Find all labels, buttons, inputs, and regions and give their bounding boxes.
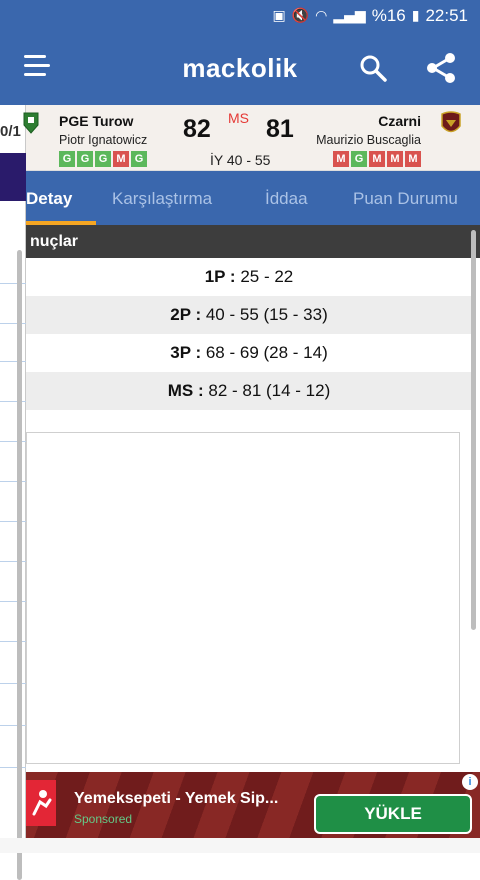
- drawer-thumbnail: [0, 153, 26, 201]
- battery-icon: ▮: [411, 7, 420, 24]
- ad-logo-icon: [26, 780, 56, 826]
- result-value: 68 - 69 (28 - 14): [205, 343, 328, 362]
- status-bar: ▣ 🔇 ◠ ▂▄▆ %16 ▮ 22:51: [0, 0, 480, 31]
- result-row-2p: 2P : 40 - 55 (15 - 33): [26, 296, 472, 334]
- content-scrollbar[interactable]: [471, 230, 476, 630]
- drawer-divider: [0, 323, 26, 324]
- away-team-form: M G M M M: [333, 151, 421, 167]
- away-team-crest-icon: [441, 111, 461, 133]
- drawer-divider: [0, 561, 26, 562]
- bottom-strip: [0, 838, 480, 853]
- form-badge: M: [113, 151, 129, 167]
- away-team-coach: Maurizio Buscaglia: [316, 133, 421, 147]
- signal-icon: ▂▄▆: [333, 7, 366, 24]
- ad-banner[interactable]: Yemeksepeti - Yemek Sip... Sponsored YÜK…: [26, 772, 480, 838]
- form-badge: M: [333, 151, 349, 167]
- tab-bar: Detay Karşılaştırma İddaa Puan Durumu: [26, 171, 480, 225]
- navigation-drawer-edge[interactable]: 0/1: [0, 105, 26, 880]
- result-row-1p: 1P : 25 - 22: [26, 258, 472, 296]
- away-team-name[interactable]: Czarni: [378, 113, 421, 129]
- result-label: MS :: [167, 381, 204, 400]
- app-logo: mackolik: [182, 53, 298, 83]
- drawer-divider: [0, 481, 26, 482]
- notification-icon: ▣: [272, 7, 286, 24]
- result-value: 82 - 81 (14 - 12): [208, 381, 331, 400]
- ad-title: Yemeksepeti - Yemek Sip...: [74, 790, 279, 807]
- form-badge: G: [131, 151, 147, 167]
- result-row-ms: MS : 82 - 81 (14 - 12): [26, 372, 472, 410]
- match-status: MS: [228, 110, 249, 126]
- app-bar: mackolik: [0, 31, 480, 105]
- ad-info-icon[interactable]: i: [462, 774, 478, 790]
- form-badge: G: [351, 151, 367, 167]
- half-time-score: İY 40 - 55: [210, 152, 271, 168]
- drawer-divider: [0, 441, 26, 442]
- form-badge: G: [77, 151, 93, 167]
- home-team-form: G G G M G: [59, 151, 147, 167]
- tab-iddaa[interactable]: İddaa: [265, 189, 308, 209]
- result-label: 2P :: [170, 305, 202, 324]
- form-badge: M: [387, 151, 403, 167]
- wifi-icon: ◠: [315, 7, 328, 24]
- drawer-divider: [0, 361, 26, 362]
- form-badge: M: [369, 151, 385, 167]
- section-header: nuçlar: [26, 225, 480, 258]
- tab-puan-durumu[interactable]: Puan Durumu: [353, 189, 458, 209]
- drawer-divider: [0, 725, 26, 726]
- scoreboard: PGE Turow Piotr Ignatowicz G G G M G 82 …: [23, 105, 480, 171]
- result-label: 3P :: [170, 343, 202, 362]
- tab-karsilastirma[interactable]: Karşılaştırma: [112, 189, 212, 209]
- result-value: 40 - 55 (15 - 33): [205, 305, 328, 324]
- home-score: 82: [183, 115, 211, 143]
- clock: 22:51: [425, 5, 468, 25]
- form-badge: M: [405, 151, 421, 167]
- content-panel: [26, 432, 460, 764]
- drawer-partial-text: 0/1: [0, 123, 21, 140]
- drawer-divider: [0, 283, 26, 284]
- drawer-divider: [0, 767, 26, 768]
- result-value: 25 - 22: [240, 267, 294, 286]
- drawer-divider: [0, 521, 26, 522]
- home-team-crest-icon: [23, 112, 39, 134]
- home-team-name[interactable]: PGE Turow: [59, 113, 133, 129]
- search-icon[interactable]: [358, 53, 388, 83]
- tab-detay[interactable]: Detay: [26, 189, 72, 209]
- away-score: 81: [266, 115, 294, 143]
- drawer-divider: [0, 641, 26, 642]
- ad-sponsored-label: Sponsored: [74, 812, 133, 826]
- battery-percent: %16: [371, 5, 406, 25]
- drawer-divider: [0, 601, 26, 602]
- ad-install-button[interactable]: YÜKLE: [314, 794, 472, 834]
- result-row-3p: 3P : 68 - 69 (28 - 14): [26, 334, 472, 372]
- drawer-divider: [0, 401, 26, 402]
- result-label: 1P :: [204, 267, 236, 286]
- form-badge: G: [95, 151, 111, 167]
- drawer-scrollbar[interactable]: [17, 250, 22, 880]
- drawer-divider: [0, 683, 26, 684]
- mute-icon: 🔇: [291, 7, 310, 24]
- home-team-coach: Piotr Ignatowicz: [59, 133, 148, 147]
- share-icon[interactable]: [424, 51, 458, 85]
- form-badge: G: [59, 151, 75, 167]
